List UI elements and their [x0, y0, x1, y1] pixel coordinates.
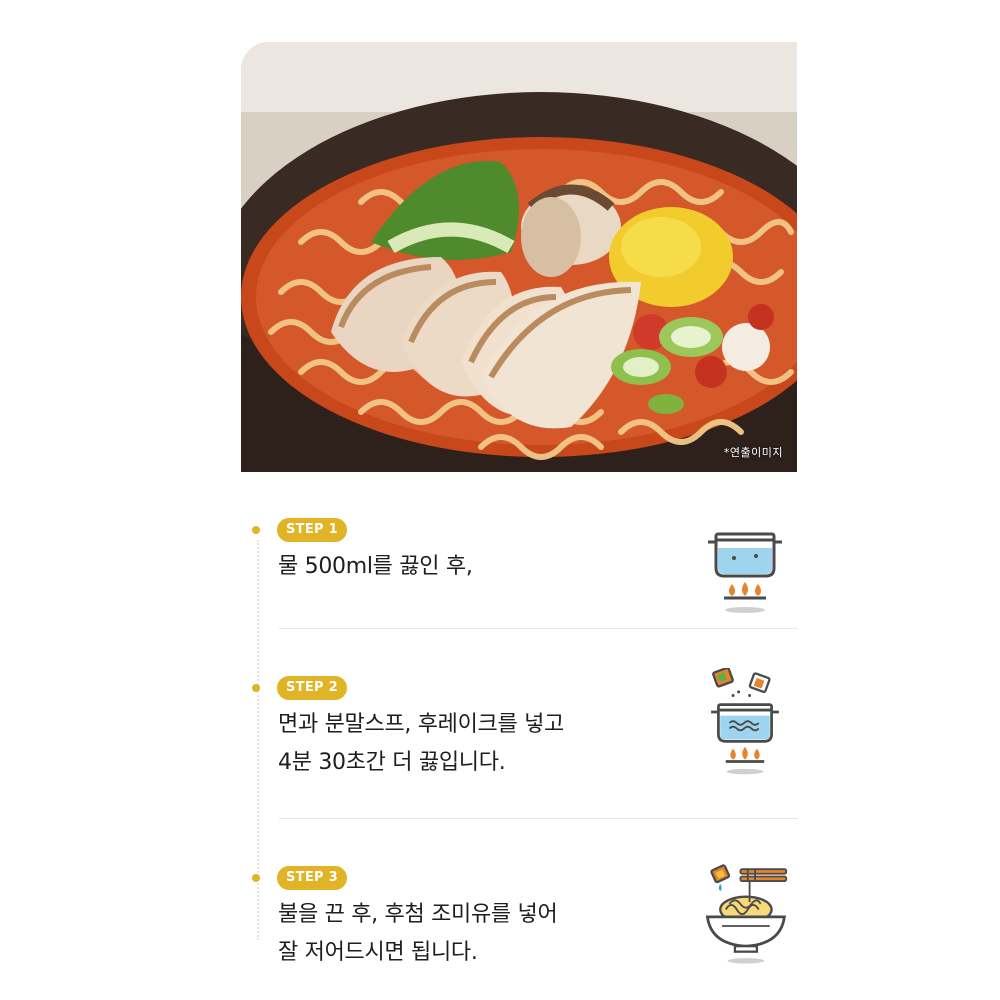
boiling-pot-icon: [708, 532, 782, 613]
ramen-bowl-illustration: [241, 42, 797, 472]
step-3: STEP 3 불을 끈 후, 후첨 조미유를 넣어 잘 저어드시면 됩니다.: [250, 864, 800, 976]
step-badge: STEP 2: [277, 676, 348, 700]
step-marker: [252, 684, 260, 692]
pot-with-soup-packets-icon: [711, 668, 779, 775]
image-caption: *연출이미지: [723, 446, 783, 459]
step-marker: [252, 526, 260, 534]
step-divider: [279, 628, 798, 629]
step-marker: [252, 874, 260, 882]
step-instruction: 불을 끈 후, 후첨 조미유를 넣어 잘 저어드시면 됩니다.: [278, 902, 558, 965]
step-1: STEP 1 물 500ml를 끓인 후,: [250, 518, 800, 618]
step-badge: STEP 3: [277, 866, 348, 890]
step-instruction: 면과 분말스프, 후레이크를 넣고 4분 30초간 더 끓입니다.: [278, 712, 564, 775]
step-2: STEP 2 면과 분말스프, 후레이크를 넣고 4분 30초간 더 끓입니다.: [250, 668, 800, 806]
step-instruction: 물 500ml를 끓인 후,: [278, 554, 473, 579]
noodle-bowl-with-chopsticks-icon: [705, 864, 788, 964]
step-badge: STEP 1: [277, 518, 348, 542]
ramen-photo: *연출이미지: [241, 42, 797, 472]
recipe-page: *연출이미지 STEP 1 물 500ml를 끓인 후, STEP 2 면과 분…: [0, 0, 1000, 1000]
step-divider: [279, 818, 798, 819]
